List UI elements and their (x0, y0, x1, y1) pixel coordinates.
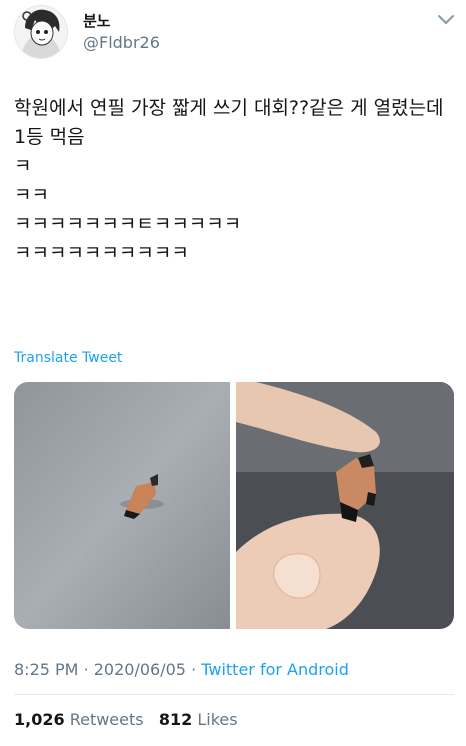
chevron-down-icon[interactable] (437, 13, 455, 27)
meta-separator: · (191, 660, 197, 679)
translate-tweet-link[interactable]: Translate Tweet (14, 350, 122, 366)
retweets-count: 1,026 (14, 710, 65, 729)
pencil-stub-held-in-fingers-photo-icon (236, 382, 454, 629)
likes-stat[interactable]: 812 Likes (159, 710, 238, 729)
retweets-stat[interactable]: 1,026 Retweets (14, 710, 144, 729)
tweet-source-link[interactable]: Twitter for Android (201, 660, 349, 679)
tweet-photo-2[interactable] (236, 382, 454, 629)
retweets-label: Retweets (69, 710, 144, 729)
media-grid (14, 382, 454, 629)
tweet-photo-1[interactable] (14, 382, 230, 629)
tweet-date[interactable]: 2020/06/05 (94, 660, 186, 679)
divider (14, 694, 454, 695)
pencil-stub-on-table-photo-icon (14, 382, 230, 629)
author-display-name[interactable]: 분노 (83, 10, 111, 31)
author-avatar[interactable] (14, 5, 68, 59)
tweet-time[interactable]: 8:25 PM (14, 660, 78, 679)
anime-character-avatar-icon (15, 6, 67, 58)
tweet-stats: 1,026 Retweets 812 Likes (14, 710, 238, 729)
tweet-text: 학원에서 연필 가장 짧게 쓰기 대회??같은 게 열렸는데 1등 먹음 ㅋ ㅋ… (14, 97, 444, 264)
likes-count: 812 (158, 710, 193, 729)
meta-separator: · (83, 660, 89, 679)
author-handle[interactable]: @Fldbr26 (83, 33, 160, 52)
tweet-meta: 8:25 PM · 2020/06/05 · Twitter for Andro… (14, 660, 349, 679)
likes-label: Likes (197, 710, 238, 729)
